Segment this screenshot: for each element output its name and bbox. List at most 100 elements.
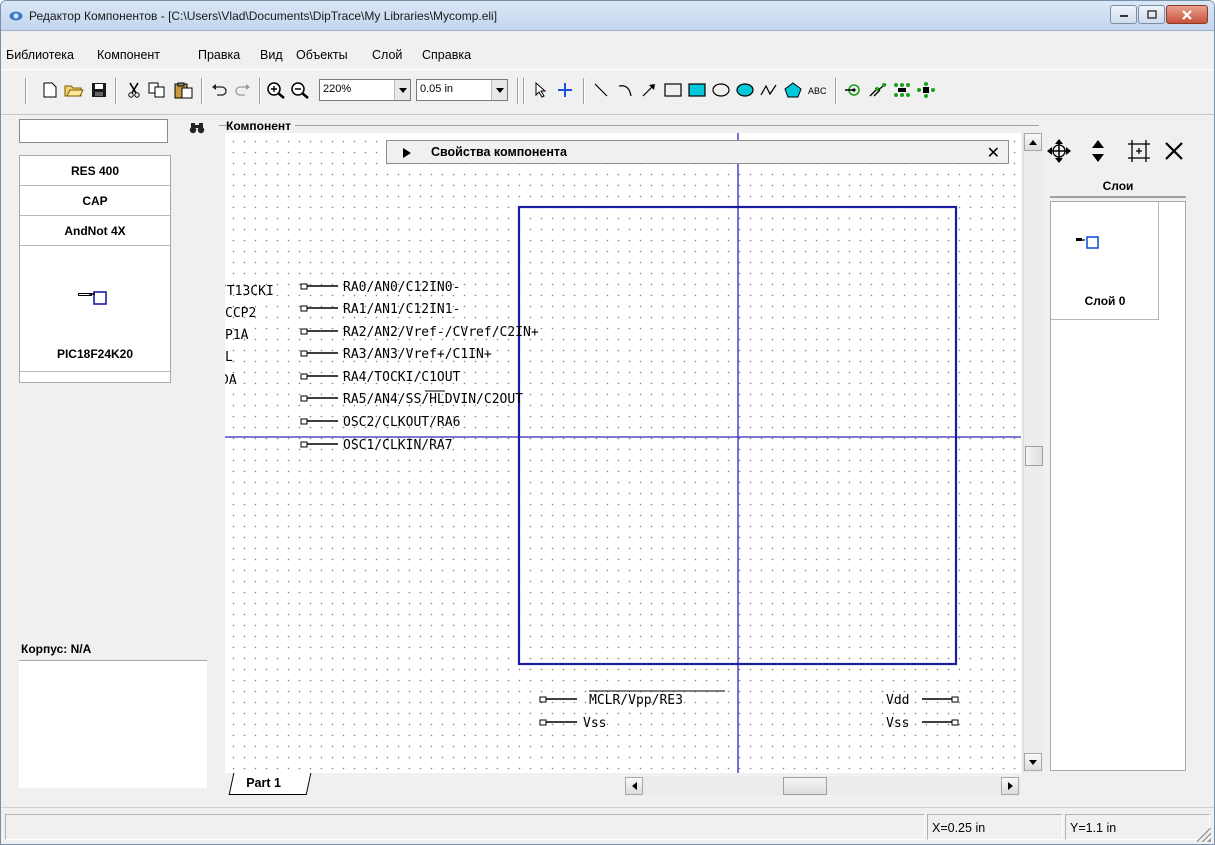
undo-button[interactable] bbox=[209, 79, 229, 101]
menu-edit[interactable]: Правка bbox=[198, 48, 240, 62]
menu-help[interactable]: Справка bbox=[422, 48, 471, 62]
toolbar: 220% 0.05 in ABC bbox=[1, 69, 1214, 115]
pin-OSC1[interactable]: OSC1/CLKIN/RA7 bbox=[300, 438, 453, 453]
multiple-pins-icon bbox=[869, 83, 887, 97]
layer-item[interactable]: Слой 0 bbox=[1051, 202, 1159, 320]
pin-OSC2[interactable]: OSC2/CLKOUT/RA6 bbox=[300, 415, 460, 430]
vertical-scrollbar[interactable] bbox=[1023, 133, 1043, 773]
new-button[interactable] bbox=[41, 79, 59, 101]
scroll-up-button[interactable] bbox=[1024, 133, 1042, 151]
pin-RA0[interactable]: RA0/AN0/C12IN0- bbox=[300, 280, 460, 295]
polyline-icon bbox=[760, 84, 777, 96]
filled-ellipse-tool-button[interactable] bbox=[735, 79, 755, 101]
cut-button[interactable] bbox=[125, 79, 143, 101]
zoom-in-icon bbox=[267, 82, 285, 99]
grid-size-select[interactable]: 0.05 in bbox=[416, 79, 508, 101]
part-tabs: Part 1 bbox=[225, 773, 625, 797]
arc-tool-button[interactable] bbox=[615, 79, 635, 101]
component-canvas[interactable]: /T13CKI CCP2 P1A L DA RA0/AN0/C12IN0- RA… bbox=[225, 133, 1021, 773]
undo-icon bbox=[212, 84, 227, 96]
expand-triangle-icon[interactable] bbox=[403, 148, 411, 158]
menu-bar: Библиотека Компонент Правка Вид Объекты … bbox=[1, 45, 1214, 65]
rectangle-icon bbox=[664, 83, 682, 97]
canvas-tools bbox=[1047, 137, 1197, 167]
menu-component[interactable]: Компонент bbox=[97, 48, 160, 62]
close-panel-icon[interactable]: ✕ bbox=[987, 143, 1000, 163]
zoom-in-button[interactable] bbox=[265, 79, 287, 101]
pin-cross-button[interactable] bbox=[915, 79, 937, 101]
place-pins-button[interactable] bbox=[867, 79, 889, 101]
list-item[interactable]: RES 400 bbox=[20, 156, 170, 186]
copy-button[interactable] bbox=[147, 79, 167, 101]
polygon-icon bbox=[784, 82, 802, 98]
move-arrows-icon[interactable] bbox=[1047, 139, 1071, 163]
toolbar-separator bbox=[201, 78, 203, 104]
list-item[interactable]: CAP bbox=[20, 186, 170, 216]
zoom-out-button[interactable] bbox=[289, 79, 311, 101]
list-item[interactable]: AndNot 4X bbox=[20, 216, 170, 246]
pin-Vss-left[interactable]: Vss bbox=[539, 716, 606, 731]
status-y-coordinate: Y=1.1 in bbox=[1065, 814, 1210, 840]
pin-Vss-right[interactable]: Vss bbox=[886, 716, 959, 731]
tab-part-1[interactable]: Part 1 bbox=[228, 773, 312, 795]
list-item-selected[interactable]: PIC18F24K20 bbox=[20, 246, 170, 372]
layers-panel-title: Слои bbox=[1050, 176, 1186, 198]
pin-array-button[interactable] bbox=[891, 79, 913, 101]
menu-library[interactable]: Библиотека bbox=[6, 48, 74, 62]
arrow-line-tool-button[interactable] bbox=[639, 79, 659, 101]
package-preview bbox=[19, 660, 207, 788]
component-properties-panel[interactable]: Свойства компонента ✕ bbox=[386, 140, 1009, 164]
maximize-button[interactable] bbox=[1138, 5, 1165, 24]
close-window-button[interactable] bbox=[1166, 5, 1208, 24]
vertical-resize-icon[interactable] bbox=[1090, 139, 1106, 163]
pin-RA4[interactable]: RA4/TOCKI/C1OUT bbox=[300, 370, 461, 385]
pin-label: OSC1/CLKIN/RA7 bbox=[343, 438, 453, 453]
polygon-tool-button[interactable] bbox=[783, 79, 803, 101]
fit-to-window-icon[interactable] bbox=[1127, 139, 1151, 163]
vertical-scroll-thumb[interactable] bbox=[1025, 446, 1043, 466]
component-name: RES 400 bbox=[70, 163, 120, 178]
close-icon bbox=[1182, 9, 1192, 20]
component-search-input[interactable] bbox=[19, 119, 168, 143]
pin-tool-button[interactable] bbox=[555, 79, 575, 101]
paste-button[interactable] bbox=[173, 79, 195, 101]
filled-rectangle-tool-button[interactable] bbox=[687, 79, 707, 101]
select-tool-button[interactable] bbox=[531, 79, 551, 101]
horizontal-scroll-thumb[interactable] bbox=[783, 777, 827, 795]
pin-RA1[interactable]: RA1/AN1/C12IN1- bbox=[300, 302, 460, 317]
pin-Vdd[interactable]: Vdd bbox=[886, 693, 959, 708]
toolbar-separator bbox=[259, 78, 261, 104]
minimize-button[interactable] bbox=[1110, 5, 1137, 24]
pin-MCLR[interactable]: MCLR/Vpp/RE3 bbox=[539, 690, 725, 708]
crosshair-plus-icon bbox=[558, 83, 572, 97]
menu-objects[interactable]: Объекты bbox=[296, 48, 348, 62]
menu-layer[interactable]: Слой bbox=[372, 48, 402, 62]
rectangle-tool-button[interactable] bbox=[663, 79, 683, 101]
app-logo-icon bbox=[9, 11, 23, 21]
close-x-icon[interactable] bbox=[1164, 141, 1184, 161]
place-pin-button[interactable] bbox=[843, 79, 863, 101]
scroll-down-button[interactable] bbox=[1024, 753, 1042, 771]
pin-RA3[interactable]: RA3/AN3/Vref+/C1IN+ bbox=[300, 347, 492, 362]
pin-label: Vdd bbox=[886, 693, 909, 708]
line-icon bbox=[594, 83, 608, 97]
menu-view[interactable]: Вид bbox=[260, 48, 283, 62]
filled-rectangle-icon bbox=[688, 83, 706, 97]
zoom-select[interactable]: 220% bbox=[319, 79, 411, 101]
scroll-left-button[interactable] bbox=[625, 777, 643, 795]
scroll-right-button[interactable] bbox=[1001, 777, 1019, 795]
save-button[interactable] bbox=[89, 79, 109, 101]
binoculars-search-icon[interactable] bbox=[189, 122, 205, 134]
line-tool-button[interactable] bbox=[591, 79, 611, 101]
redo-button[interactable] bbox=[233, 79, 253, 101]
horizontal-scrollbar[interactable] bbox=[625, 776, 1021, 796]
open-button[interactable] bbox=[63, 79, 85, 101]
redo-icon bbox=[235, 84, 250, 96]
pin-RA5[interactable]: RA5/AN4/SS/HLDVIN/C2OUT bbox=[300, 390, 523, 407]
ellipse-tool-button[interactable] bbox=[711, 79, 731, 101]
polyline-tool-button[interactable] bbox=[759, 79, 779, 101]
pin-label-fragment: /T13CKI bbox=[225, 284, 274, 299]
pin-RA2[interactable]: RA2/AN2/Vref-/CVref/C2IN+ bbox=[300, 325, 539, 340]
resize-grip-icon[interactable] bbox=[1197, 828, 1211, 842]
text-tool-button[interactable]: ABC bbox=[807, 79, 829, 101]
